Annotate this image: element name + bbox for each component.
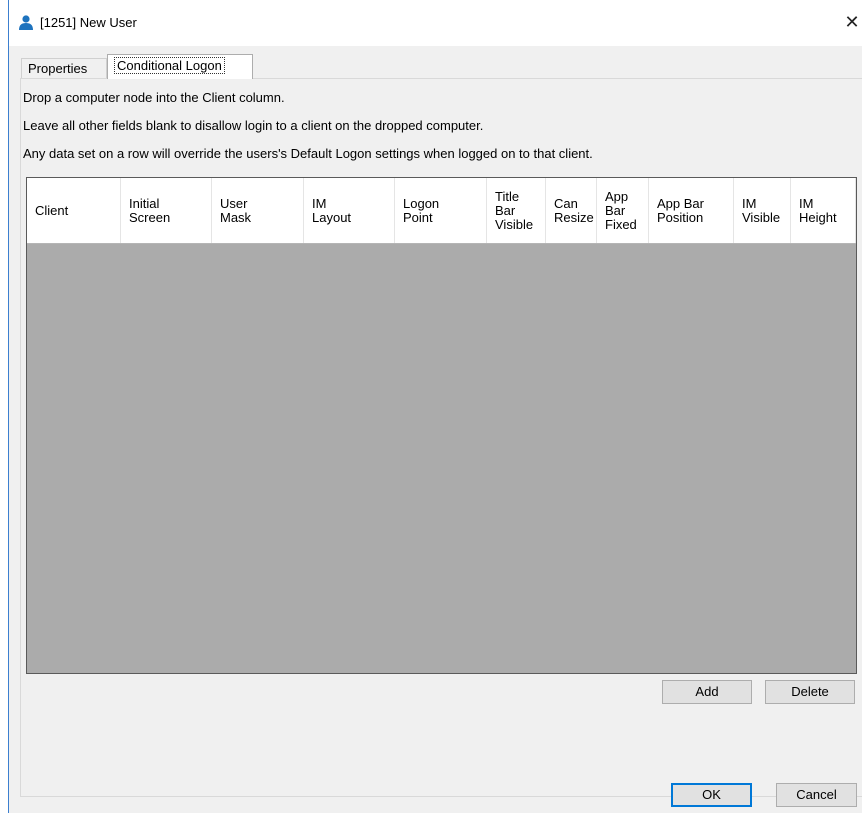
title-bar: [1251] New User ✕ (9, 0, 862, 46)
column-header-label: App Bar Position (657, 195, 704, 225)
column-header-im-height[interactable]: IM Height (791, 178, 856, 243)
add-button[interactable]: Add (662, 680, 752, 704)
column-header-label: IM Layout (312, 195, 352, 225)
column-header-im-visible[interactable]: IM Visible (734, 178, 791, 243)
column-header-label: User Mask (220, 195, 252, 225)
column-header-app-bar-fixed[interactable]: App Bar Fixed (597, 178, 649, 243)
delete-button[interactable]: Delete (765, 680, 855, 704)
window-title: [1251] New User (40, 15, 137, 30)
conditional-logon-grid[interactable]: Client Initial Screen User Mask IM Layou… (26, 177, 857, 674)
close-icon: ✕ (844, 12, 860, 32)
tab-properties[interactable]: Properties (21, 58, 107, 78)
column-header-label: IM Visible (742, 195, 781, 225)
ok-button[interactable]: OK (671, 783, 752, 807)
column-header-label: Can Resize (554, 195, 594, 225)
column-header-label: Client (35, 202, 69, 218)
instruction-text: Leave all other fields blank to disallow… (23, 118, 484, 133)
column-header-label: Title Bar Visible (495, 188, 534, 232)
column-header-can-resize[interactable]: Can Resize (546, 178, 597, 243)
column-header-title-bar-visible[interactable]: Title Bar Visible (487, 178, 546, 243)
column-header-initial-screen[interactable]: Initial Screen (121, 178, 212, 243)
column-header-label: IM Height (799, 195, 837, 225)
user-icon (19, 15, 33, 30)
tab-label: Conditional Logon (114, 57, 225, 74)
grid-header: Client Initial Screen User Mask IM Layou… (27, 178, 856, 244)
column-header-label: Logon Point (403, 195, 440, 225)
column-header-client[interactable]: Client (27, 178, 121, 243)
column-header-user-mask[interactable]: User Mask (212, 178, 304, 243)
column-header-im-layout[interactable]: IM Layout (304, 178, 395, 243)
column-header-label: App Bar Fixed (605, 188, 637, 232)
close-button[interactable]: ✕ (842, 10, 862, 34)
tab-conditional-logon[interactable]: Conditional Logon (107, 54, 253, 79)
instruction-text: Drop a computer node into the Client col… (23, 90, 285, 105)
column-header-logon-point[interactable]: Logon Point (395, 178, 487, 243)
tab-label: Properties (28, 61, 88, 76)
dialog-window: [1251] New User ✕ Properties Conditional… (8, 0, 862, 813)
column-header-label: Initial Screen (129, 195, 171, 225)
cancel-button[interactable]: Cancel (776, 783, 857, 807)
column-header-app-bar-position[interactable]: App Bar Position (649, 178, 734, 243)
instruction-text: Any data set on a row will override the … (23, 146, 593, 161)
